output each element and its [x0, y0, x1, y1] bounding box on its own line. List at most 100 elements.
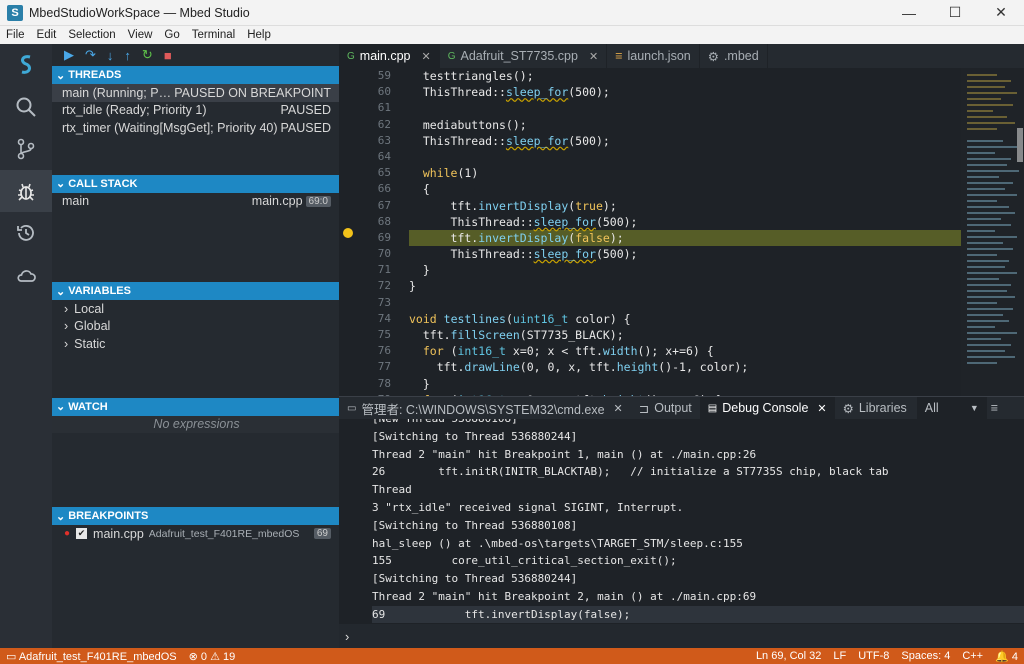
thread-row[interactable]: main (Running; Priori...PAUSED ON BREAKP… [52, 84, 339, 102]
code-area[interactable]: testtriangles(); ThisThread::sleep_for(5… [409, 68, 961, 396]
code-line: { [409, 182, 430, 197]
menu-terminal[interactable]: Terminal [186, 29, 241, 41]
minimize-button[interactable]: — [886, 0, 932, 26]
close-tab-icon[interactable]: ✕ [614, 402, 623, 415]
close-tab-icon[interactable]: ✕ [422, 50, 431, 63]
line-number: 74 [377, 311, 391, 325]
menu-edit[interactable]: Edit [31, 29, 63, 41]
status-notifications[interactable]: 🔔 4 [989, 650, 1024, 663]
status-position[interactable]: Ln 69, Col 32 [750, 650, 827, 662]
line-number: 71 [377, 263, 391, 277]
tab-libraries[interactable]: ⚙ Libraries [835, 397, 915, 419]
breakpoint-dot-icon: ● [64, 528, 71, 540]
threads-header[interactable]: ⌄ THREADS [52, 66, 339, 84]
minimap-preview [967, 74, 1023, 364]
restart-icon[interactable]: ↻ [142, 47, 153, 63]
variable-scope[interactable]: › Static [52, 335, 339, 353]
code-line: ThisThread::sleep_for(500); [409, 85, 610, 100]
menu-selection[interactable]: Selection [62, 29, 121, 41]
tab-terminal[interactable]: ▭ 管理者: C:\WINDOWS\SYSTEM32\cmd.exe ✕ [339, 397, 631, 419]
cloud-icon[interactable] [0, 254, 52, 296]
status-eol[interactable]: LF [827, 650, 852, 662]
console-icon: ▤ [707, 402, 718, 414]
gear-icon: ⚙ [707, 49, 719, 64]
console-input[interactable]: › [339, 624, 1024, 648]
breakpoint-checkbox[interactable]: ✔ [76, 528, 88, 540]
step-out-icon[interactable]: ↑ [124, 48, 131, 63]
menu-go[interactable]: Go [158, 29, 185, 41]
console-line: 3 "rtx_idle" received signal SIGINT, Int… [372, 500, 684, 514]
step-over-icon[interactable]: ↷ [85, 47, 96, 63]
callstack-row[interactable]: main main.cpp 69:0 [52, 193, 339, 211]
thread-row[interactable]: rtx_timer (Waiting[MsgGet]; Priority 40)… [52, 119, 339, 137]
status-project[interactable]: ▭ Adafruit_test_F401RE_mbedOS [0, 650, 183, 663]
console-line: Thread [372, 483, 412, 497]
folder-icon: ▭ [6, 650, 19, 663]
cpp-file-icon: G [447, 50, 456, 62]
tab-adafruit-cpp[interactable]: G Adafruit_ST7735.cpp ✕ [440, 44, 608, 68]
close-tab-icon[interactable]: ✕ [817, 402, 826, 415]
menu-bar: File Edit Selection View Go Terminal Hel… [0, 26, 1024, 44]
frame-position: 69:0 [305, 195, 331, 207]
mbed-logo-icon[interactable] [0, 44, 52, 86]
source-control-icon[interactable] [0, 128, 52, 170]
chevron-down-icon: ⌄ [56, 69, 66, 82]
breakpoint-row[interactable]: ● ✔ main.cpp Adafruit_test_F401RE_mbedOS… [52, 525, 339, 543]
tab-output[interactable]: ⊐ Output [631, 397, 700, 419]
code-line: tft.invertDisplay(true); [409, 198, 617, 213]
variable-scope[interactable]: › Global [52, 318, 339, 336]
code-line-current: tft.invertDisplay(false); [409, 229, 961, 247]
variable-scope[interactable]: › Local [52, 300, 339, 318]
console-line: 69 tft.invertDisplay(false); [372, 605, 1024, 623]
status-problems[interactable]: ⊗ 0 ⚠ 19 [183, 650, 242, 663]
bottom-panel: ▭ 管理者: C:\WINDOWS\SYSTEM32\cmd.exe ✕ ⊐ Outp… [339, 396, 1024, 648]
menu-view[interactable]: View [122, 29, 159, 41]
continue-icon[interactable]: ▶ [64, 47, 74, 63]
line-number: 63 [377, 133, 391, 147]
breakpoints-header[interactable]: ⌄ BREAKPOINTS [52, 507, 339, 525]
stop-icon[interactable]: ■ [164, 48, 172, 63]
app-logo-icon: S [7, 4, 23, 21]
status-indent[interactable]: Spaces: 4 [895, 650, 956, 662]
history-icon[interactable] [0, 212, 52, 254]
chevron-down-icon: ▼ [969, 403, 979, 413]
thread-name: rtx_timer (Waiting[MsgGet]; Priority 40) [62, 120, 278, 135]
status-language[interactable]: C++ [956, 650, 989, 662]
callstack-spacer [52, 210, 339, 282]
breakpoint-marker-icon[interactable] [343, 228, 353, 238]
search-icon[interactable] [0, 86, 52, 128]
menu-help[interactable]: Help [241, 29, 277, 41]
breakpoint-line: 69 [313, 528, 331, 540]
watch-header[interactable]: ⌄ WATCH [52, 397, 339, 416]
clear-console-icon[interactable]: ≡ [987, 397, 1002, 419]
tab-debug-console[interactable]: ▤ Debug Console ✕ [699, 397, 835, 419]
status-encoding[interactable]: UTF-8 [852, 650, 895, 662]
tab-launch-json[interactable]: ≡ launch.json [607, 44, 700, 68]
tab-main-cpp[interactable]: Gmain.cpp ✕ [339, 44, 440, 68]
code-line: mediabuttons(); [409, 117, 527, 132]
step-into-icon[interactable]: ↓ [107, 48, 114, 63]
watch-spacer [52, 433, 339, 507]
close-button[interactable]: ✕ [978, 0, 1024, 26]
chevron-right-icon: › [64, 319, 69, 334]
variables-header[interactable]: ⌄ VARIABLES [52, 282, 339, 300]
line-number: 72 [377, 279, 391, 293]
maximize-button[interactable]: ☐ [932, 0, 978, 26]
watch-empty: No expressions [52, 415, 339, 433]
debug-console-output[interactable]: [New Thread 536880108] [Switching to Thr… [339, 419, 1024, 623]
close-tab-icon[interactable]: ✕ [589, 50, 598, 63]
debug-sidebar: ▶ ↷ ↓ ↑ ↻ ■ ⌄ THREADS main (Running; Prio… [52, 44, 339, 648]
thread-row[interactable]: rtx_idle (Ready; Priority 1) PAUSED [52, 102, 339, 120]
thread-status: PAUSED [280, 120, 331, 135]
tab-mbed[interactable]: ⚙ .mbed [700, 44, 768, 68]
debug-icon[interactable] [0, 170, 52, 212]
console-filter-select[interactable]: All ▼ [916, 397, 987, 419]
minimap[interactable] [961, 68, 1024, 396]
line-number: 62 [377, 117, 391, 131]
chevron-down-icon: ⌄ [56, 510, 66, 523]
menu-file[interactable]: File [0, 29, 31, 41]
callstack-header[interactable]: ⌄ CALL STACK [52, 174, 339, 193]
thread-name: main (Running; Priori... [62, 85, 174, 100]
